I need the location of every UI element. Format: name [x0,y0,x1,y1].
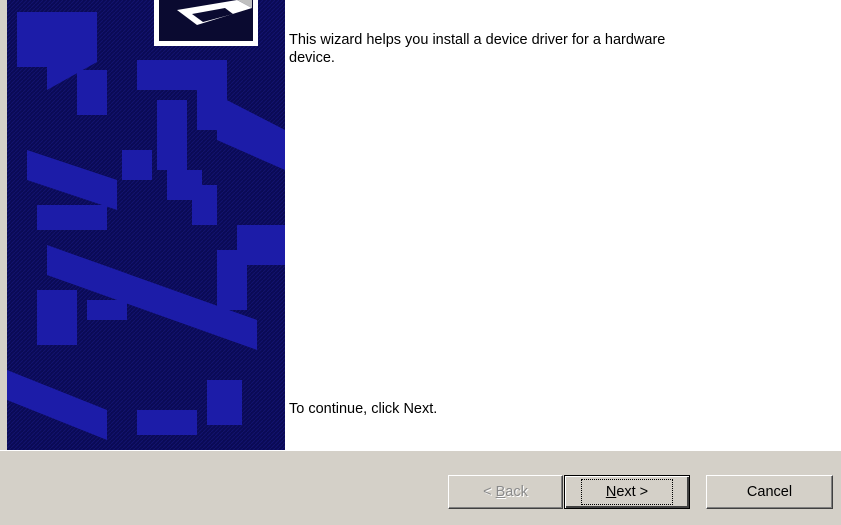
device-box-icon [154,0,258,46]
back-button-mnemonic: B [495,484,506,500]
dialog-left-edge [0,0,7,450]
back-button[interactable]: < Back [448,475,563,509]
wizard-button-bar: < Back Next > Cancel [0,450,841,525]
back-button-rest: ack [505,484,528,500]
cancel-button[interactable]: Cancel [706,475,833,509]
next-button-rest: ext > [616,484,649,500]
cancel-button-label: Cancel [746,484,793,500]
continue-instruction: To continue, click Next. [289,401,438,417]
next-button-mnemonic: N [605,484,617,500]
next-button[interactable]: Next > [564,475,690,509]
back-button-prefix: < [483,484,496,500]
next-button-focus-ring: Next > [580,479,674,505]
wizard-intro-text: This wizard helps you install a device d… [289,32,666,66]
hardware-wizard-graphic-icon [7,0,285,450]
wizard-content: This wizard helps you install a device d… [285,0,841,450]
wizard-banner [7,0,285,450]
